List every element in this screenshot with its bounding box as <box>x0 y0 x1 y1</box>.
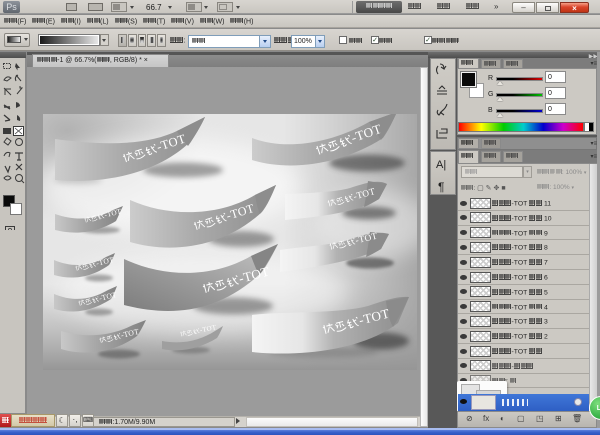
svg-text:¶: ¶ <box>438 180 444 194</box>
svg-text:A|: A| <box>436 159 446 171</box>
